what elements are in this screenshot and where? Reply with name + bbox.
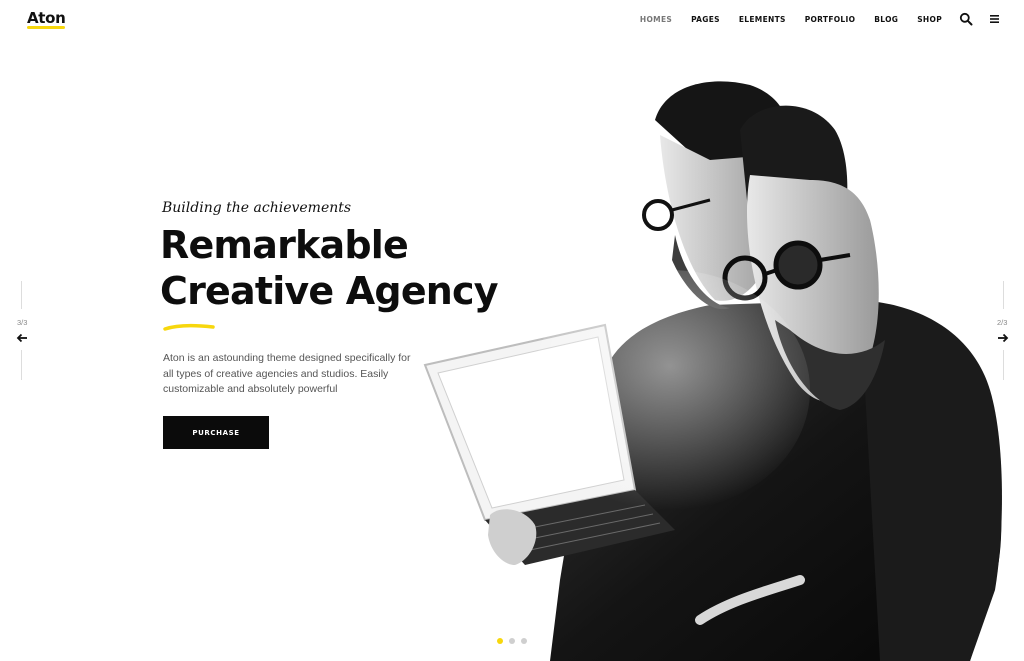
logo-underline	[27, 26, 65, 29]
nav-item-shop[interactable]: SHOP	[917, 15, 942, 24]
hero-tagline: Building the achievements	[162, 200, 352, 216]
hero-description: Aton is an astounding theme designed spe…	[163, 352, 411, 395]
nav-item-elements[interactable]: ELEMENTS	[739, 15, 786, 24]
accent-underline	[163, 323, 215, 331]
slider-pagination	[497, 638, 527, 644]
hero-image	[423, 81, 1002, 661]
slider-dot-2[interactable]	[509, 638, 515, 644]
slider-next-line-top	[1003, 281, 1004, 309]
nav-item-blog[interactable]: BLOG	[874, 15, 898, 24]
hamburger-menu-icon[interactable]	[988, 12, 1002, 26]
headline-line-1: Remarkable	[160, 223, 409, 267]
slider-prev-line-top	[21, 281, 22, 309]
purchase-button[interactable]: PURCHASE	[163, 416, 269, 449]
arrow-left-icon[interactable]	[16, 333, 28, 343]
arrow-right-icon[interactable]	[997, 333, 1009, 343]
slider-next-line-bottom	[1003, 350, 1004, 380]
main-nav: HOMES PAGES ELEMENTS PORTFOLIO BLOG SHOP	[621, 15, 942, 24]
headline-line-2: Creative Agency	[160, 269, 499, 313]
nav-item-homes[interactable]: HOMES	[640, 15, 672, 24]
search-icon[interactable]	[959, 12, 973, 26]
site-header: Aton HOMES PAGES ELEMENTS PORTFOLIO BLOG…	[0, 0, 1024, 40]
nav-item-pages[interactable]: PAGES	[691, 15, 720, 24]
logo[interactable]: Aton	[27, 9, 66, 27]
hero-headline: Remarkable Creative Agency	[160, 222, 580, 314]
slider-prev-line-bottom	[21, 350, 22, 380]
slider-prev-count: 3/3	[17, 318, 28, 327]
slider-next-count: 2/3	[997, 318, 1008, 327]
nav-item-portfolio[interactable]: PORTFOLIO	[805, 15, 856, 24]
slider-dot-1[interactable]	[497, 638, 503, 644]
slider-dot-3[interactable]	[521, 638, 527, 644]
